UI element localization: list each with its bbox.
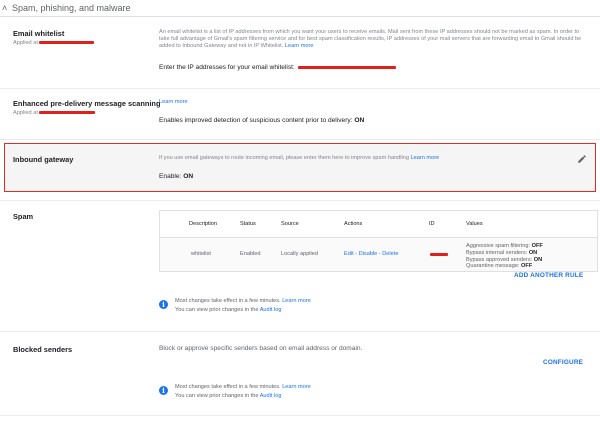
blocked-senders-info-message: i Most changes take effect in a few minu… — [159, 383, 459, 403]
info-learn-more-link[interactable]: Learn more — [282, 384, 311, 390]
email-whitelist-setting-label: Enter the IP addresses for your email wh… — [159, 64, 396, 71]
section-title: Spam, phishing, and malware — [12, 3, 131, 13]
enhanced-scanning-value: ON — [354, 117, 365, 124]
redacted-ip-list — [297, 65, 396, 69]
audit-log-link[interactable]: Audit log — [260, 393, 282, 399]
pencil-icon[interactable] — [577, 154, 587, 164]
enhanced-scanning-applied-at: Applied at — [13, 110, 95, 116]
divider — [0, 331, 600, 332]
enhanced-scanning-title: Enhanced pre-delivery message scanning — [13, 99, 161, 108]
add-another-rule-button[interactable]: ADD ANOTHER RULE — [514, 272, 583, 279]
delete-rule-link[interactable]: Delete — [382, 251, 398, 257]
redacted-org-unit — [38, 41, 94, 45]
email-whitelist-description: An email whitelist is a list of IP addre… — [159, 29, 582, 49]
chevron-up-icon[interactable]: ˄ — [2, 3, 7, 13]
redacted-id — [430, 253, 448, 257]
row-description: whitelist — [191, 251, 211, 257]
table-row: whitelist Enabled Locally applied Edit -… — [160, 238, 597, 271]
divider — [0, 88, 600, 89]
section-header[interactable]: ˄ Spam, phishing, and malware — [0, 0, 600, 17]
info-learn-more-link[interactable]: Learn more — [282, 298, 311, 304]
divider — [0, 139, 600, 140]
inbound-gateway-setting-label: Enable: ON — [159, 173, 194, 180]
info-icon: i — [159, 300, 168, 309]
value-line: Quarantine message: OFF — [466, 263, 533, 270]
enhanced-scanning-setting-label: Enables improved detection of suspicious… — [159, 117, 365, 124]
email-whitelist-applied-at: Applied at — [13, 40, 94, 46]
row-status: Enabled — [240, 251, 261, 257]
column-header-source: Source — [281, 221, 299, 227]
inbound-gateway-value: ON — [183, 173, 194, 180]
blocked-senders-description: Block or approve specific senders based … — [159, 345, 363, 352]
edit-rule-link[interactable]: Edit — [344, 251, 354, 257]
divider — [0, 200, 600, 201]
value-line: Aggressive spam filtering: OFF — [466, 243, 543, 249]
row-id — [430, 252, 448, 258]
row-values: Aggressive spam filtering: OFF Bypass in… — [466, 243, 543, 270]
divider — [0, 415, 600, 416]
value-line: Bypass approved senders: ON — [466, 256, 543, 263]
row-source: Locally applied — [281, 251, 319, 257]
inbound-gateway-description: If you use email gateways to route incom… — [159, 155, 440, 161]
column-header-values: Values — [466, 221, 483, 227]
spam-rules-table: Description Status Source Actions ID Val… — [159, 210, 598, 272]
column-header-status: Status — [240, 221, 256, 227]
inbound-gateway-learn-more-link[interactable]: Learn more — [411, 155, 440, 161]
inbound-gateway-setting[interactable]: Inbound gateway If you use email gateway… — [4, 143, 596, 192]
email-whitelist-learn-more-link[interactable]: Learn more — [285, 43, 314, 49]
column-header-description: Description — [189, 221, 217, 227]
disable-rule-link[interactable]: Disable — [359, 251, 378, 257]
blocked-senders-title: Blocked senders — [13, 345, 73, 354]
value-line: Bypass internal senders: ON — [466, 249, 538, 256]
email-whitelist-title: Email whitelist — [13, 29, 65, 38]
info-icon: i — [159, 386, 168, 395]
table-header: Description Status Source Actions ID Val… — [160, 211, 597, 238]
redacted-org-unit — [38, 111, 95, 115]
audit-log-link[interactable]: Audit log — [260, 307, 282, 313]
configure-button[interactable]: CONFIGURE — [543, 359, 583, 366]
row-actions: Edit - Disable - Delete — [344, 251, 399, 257]
column-header-actions: Actions — [344, 221, 363, 227]
enhanced-scanning-learn-more-link[interactable]: Learn more — [159, 99, 188, 106]
spam-title: Spam — [13, 212, 34, 221]
spam-info-message: i Most changes take effect in a few minu… — [159, 297, 459, 317]
inbound-gateway-title: Inbound gateway — [13, 155, 74, 164]
column-header-id: ID — [429, 221, 435, 227]
